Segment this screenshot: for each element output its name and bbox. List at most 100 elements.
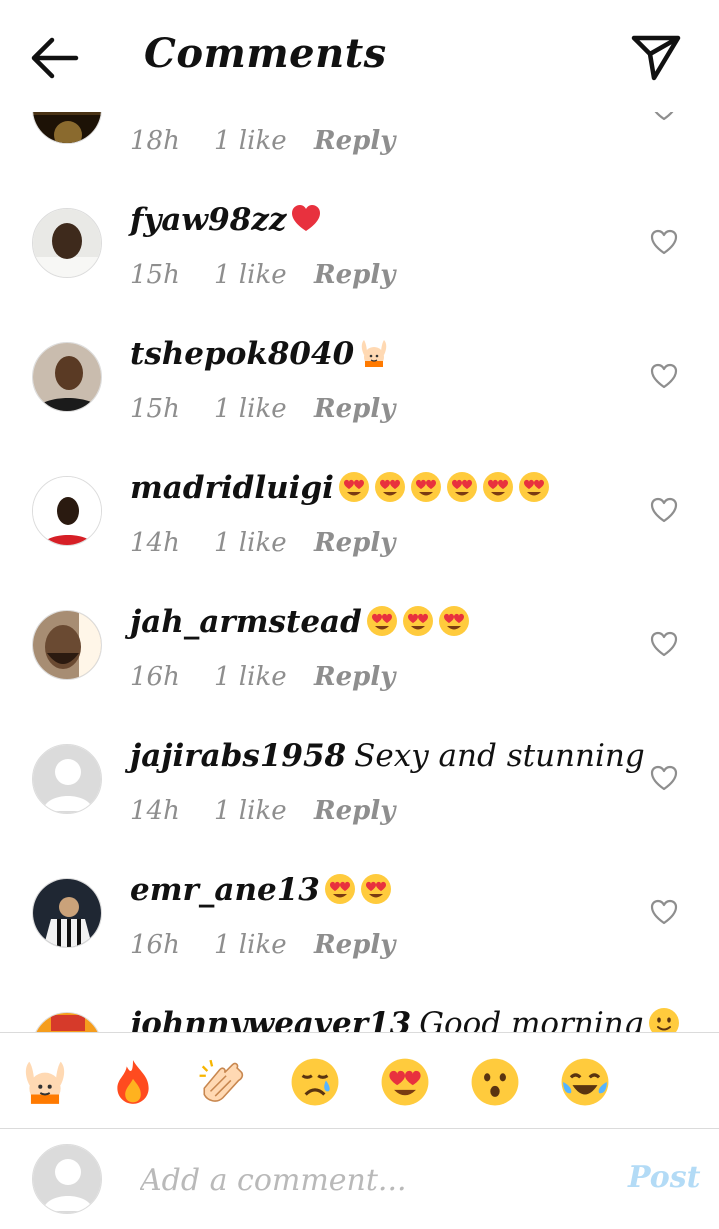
comment-username[interactable]: jah_armstead xyxy=(130,604,362,640)
post-button[interactable]: Post xyxy=(628,1160,701,1195)
comment-like-count[interactable]: 1 like xyxy=(214,126,314,156)
raising-hands-reaction-button[interactable] xyxy=(20,1057,70,1107)
comment-meta: 16h 1 like Reply xyxy=(130,662,395,692)
comment-username[interactable]: madridluigi xyxy=(130,470,334,506)
comment-like-count[interactable]: 1 like xyxy=(214,394,314,424)
heart-eyes-emoji-icon xyxy=(360,873,392,905)
like-comment-button[interactable] xyxy=(650,229,678,255)
heart-eyes-emoji-icon xyxy=(324,873,356,905)
commenter-avatar[interactable] xyxy=(32,208,102,278)
like-comment-button[interactable] xyxy=(650,112,678,121)
heart-eyes-emoji-icon xyxy=(410,471,442,503)
like-comment-button[interactable] xyxy=(650,765,678,791)
like-comment-button[interactable] xyxy=(650,363,678,389)
comment-meta: 14h 1 like Reply xyxy=(130,528,395,558)
comment-text: emr_ane13 xyxy=(130,872,392,908)
comment-like-count[interactable]: 1 like xyxy=(214,930,314,960)
top-bar: Comments xyxy=(0,0,719,112)
comment-like-count[interactable]: 1 like xyxy=(214,662,314,692)
comment-username[interactable]: tshepok8040 xyxy=(130,336,354,372)
comment-meta: 15h 1 like Reply xyxy=(130,394,395,424)
my-avatar xyxy=(32,1144,102,1214)
comments-list[interactable]: 18h 1 like Reply fyaw98zz 15h 1 like Reply tshe… xyxy=(0,112,719,1032)
comment-username[interactable]: jajirabs1958 xyxy=(130,738,346,774)
comment-row[interactable]: jah_armstead 16h 1 like Reply xyxy=(0,584,719,718)
comment-meta: 15h 1 like Reply xyxy=(130,260,395,290)
comment-time: 14h xyxy=(130,796,180,826)
comment-meta: 14h 1 like Reply xyxy=(130,796,395,826)
reply-link[interactable]: Reply xyxy=(314,930,395,960)
heart-eyes-emoji-icon xyxy=(366,605,398,637)
heart-eyes-emoji-icon xyxy=(374,471,406,503)
commenter-avatar[interactable] xyxy=(32,1012,102,1032)
comment-row[interactable]: johnnyweaver13 Good morning xyxy=(0,986,719,1032)
like-comment-button[interactable] xyxy=(650,899,678,925)
red-heart-emoji-icon xyxy=(290,203,322,235)
comment-composer: Post xyxy=(0,1130,719,1229)
page-title: Comments xyxy=(144,30,387,77)
commenter-avatar[interactable] xyxy=(32,610,102,680)
comment-time: 16h xyxy=(130,662,180,692)
comment-username[interactable]: johnnyweaver13 xyxy=(130,1006,411,1032)
comment-like-count[interactable]: 1 like xyxy=(214,260,314,290)
heart-eyes-emoji-icon xyxy=(338,471,370,503)
heart-icon xyxy=(650,497,678,523)
quick-reactions-bar xyxy=(0,1032,719,1129)
heart-eyes-emoji-icon xyxy=(402,605,434,637)
comment-row[interactable]: madridluigi 14h 1 like Reply xyxy=(0,450,719,584)
comment-row[interactable]: jajirabs1958 Sexy and stunning 14h 1 like Re… xyxy=(0,718,719,852)
commenter-avatar[interactable] xyxy=(32,744,102,814)
reply-link[interactable]: Reply xyxy=(314,528,395,558)
crying-face-reaction-button[interactable] xyxy=(290,1057,340,1107)
heart-eyes-reaction-button[interactable] xyxy=(380,1057,430,1107)
comment-time: 16h xyxy=(130,930,180,960)
reply-link[interactable]: Reply xyxy=(314,126,395,156)
reply-link[interactable]: Reply xyxy=(314,796,395,826)
fire-reaction-button[interactable] xyxy=(108,1057,158,1107)
heart-icon xyxy=(654,112,674,121)
comment-username[interactable]: emr_ane13 xyxy=(130,872,320,908)
comment-time: 18h xyxy=(130,126,180,156)
reply-link[interactable]: Reply xyxy=(314,662,395,692)
clapping-hands-reaction-button[interactable] xyxy=(198,1057,248,1107)
comment-time: 15h xyxy=(130,260,180,290)
back-button[interactable] xyxy=(28,34,82,82)
comment-text: jah_armstead xyxy=(130,604,470,640)
tears-of-joy-reaction-button[interactable] xyxy=(560,1057,610,1107)
comment-text: tshepok8040 xyxy=(130,336,390,372)
commenter-avatar[interactable] xyxy=(32,342,102,412)
hushed-face-reaction-button[interactable] xyxy=(470,1057,520,1107)
comment-row[interactable]: 18h 1 like Reply xyxy=(0,112,719,182)
comment-input[interactable] xyxy=(140,1154,580,1206)
commenter-avatar[interactable] xyxy=(32,112,102,144)
heart-icon xyxy=(650,229,678,255)
heart-eyes-emoji-icon xyxy=(446,471,478,503)
raising-hands-emoji-icon xyxy=(358,337,390,369)
heart-icon xyxy=(650,765,678,791)
comment-message: Good morning xyxy=(419,1006,644,1032)
commenter-avatar[interactable] xyxy=(32,476,102,546)
comment-like-count[interactable]: 1 like xyxy=(214,796,314,826)
comment-row[interactable]: fyaw98zz 15h 1 like Reply xyxy=(0,182,719,316)
comment-text: madridluigi xyxy=(130,470,550,506)
share-button[interactable] xyxy=(628,32,684,84)
comment-meta: 16h 1 like Reply xyxy=(130,930,395,960)
comment-row[interactable]: tshepok8040 15h 1 like Reply xyxy=(0,316,719,450)
comment-like-count[interactable]: 1 like xyxy=(214,528,314,558)
comment-text: jajirabs1958 Sexy and stunning xyxy=(130,738,645,774)
heart-icon xyxy=(650,363,678,389)
comment-username[interactable]: fyaw98zz xyxy=(130,202,286,238)
arrow-left-icon xyxy=(31,37,79,79)
comment-text: fyaw98zz xyxy=(130,202,322,238)
commenter-avatar[interactable] xyxy=(32,878,102,948)
comment-row[interactable]: emr_ane13 16h 1 like Reply xyxy=(0,852,719,986)
like-comment-button[interactable] xyxy=(650,497,678,523)
comment-text: johnnyweaver13 Good morning xyxy=(130,1006,680,1032)
reply-link[interactable]: Reply xyxy=(314,260,395,290)
slight-smile-emoji-icon xyxy=(648,1007,680,1032)
heart-eyes-emoji-icon xyxy=(482,471,514,503)
comment-meta: 18h 1 like Reply xyxy=(130,126,395,156)
like-comment-button[interactable] xyxy=(650,631,678,657)
reply-link[interactable]: Reply xyxy=(314,394,395,424)
heart-eyes-emoji-icon xyxy=(438,605,470,637)
